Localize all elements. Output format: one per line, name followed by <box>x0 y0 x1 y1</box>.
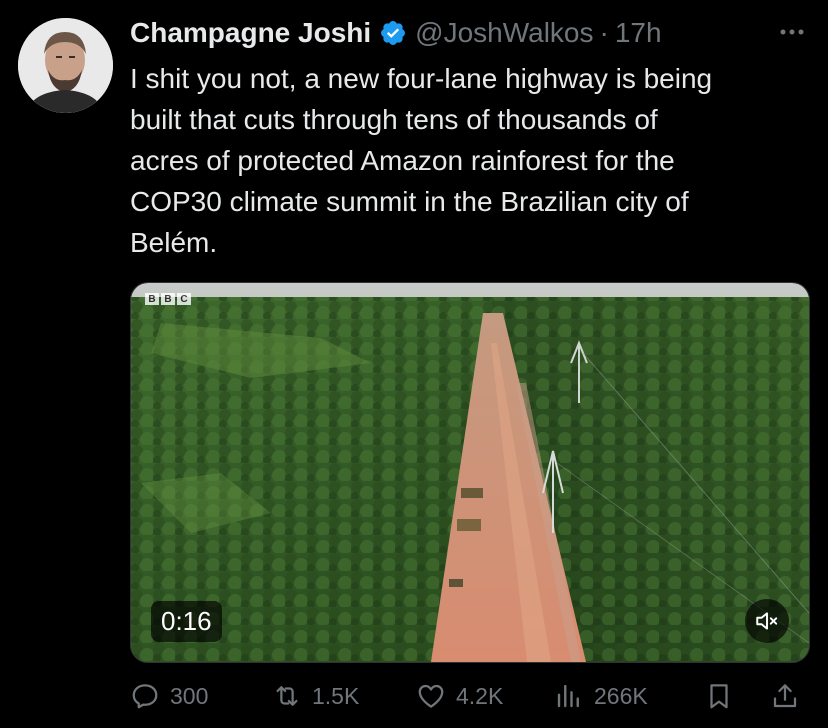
reply-count: 300 <box>170 682 209 709</box>
video-duration: 0:16 <box>151 601 222 642</box>
mute-icon <box>756 612 778 630</box>
repost-button[interactable]: 1.5K <box>272 670 359 722</box>
reply-icon <box>132 684 158 709</box>
tweet-text-line: built that cuts through tens of thousand… <box>130 104 658 135</box>
like-icon <box>418 684 444 708</box>
tweet-header: Champagne Joshi @JoshWalkos · 17h <box>130 14 662 52</box>
more-icon[interactable] <box>776 16 808 48</box>
mute-button[interactable] <box>745 599 789 643</box>
author-handle[interactable]: @JoshWalkos <box>415 17 593 49</box>
verified-badge-icon <box>381 21 406 45</box>
bbc-logo: B B C <box>145 293 191 305</box>
author-avatar[interactable] <box>18 18 113 113</box>
tweet-text-line: I shit you not, a new four-lane highway … <box>130 63 713 94</box>
tweet-text: I shit you not, a new four-lane highway … <box>130 58 810 263</box>
repost-icon <box>276 686 298 706</box>
tweet-text-line: Belém. <box>130 227 218 258</box>
logo-letter: C <box>177 293 191 305</box>
share-icon <box>773 684 797 708</box>
reply-button[interactable]: 300 <box>130 670 208 722</box>
logo-letter: B <box>161 293 175 305</box>
repost-count: 1.5K <box>312 682 360 709</box>
like-button[interactable]: 4.2K <box>416 670 503 722</box>
tweet-text-line: acres of protected Amazon rainforest for… <box>130 145 675 176</box>
video-frame <box>131 283 809 662</box>
views-count: 266K <box>594 682 648 709</box>
tweet-actions: 300 1.5K 4.2K 266K <box>130 670 810 722</box>
like-count: 4.2K <box>456 682 504 709</box>
views-button[interactable]: 266K <box>554 670 648 722</box>
tweet-timestamp[interactable]: 17h <box>615 17 662 49</box>
logo-letter: B <box>145 293 159 305</box>
bookmark-button[interactable] <box>704 670 744 722</box>
video-player[interactable]: B B C 0:16 <box>130 282 810 663</box>
views-icon <box>557 684 579 708</box>
bookmark-icon <box>710 684 728 709</box>
author-name[interactable]: Champagne Joshi <box>130 17 371 49</box>
share-button[interactable] <box>770 670 810 722</box>
separator-dot: · <box>599 17 609 48</box>
tweet-text-line: COP30 climate summit in the Brazilian ci… <box>130 186 689 217</box>
